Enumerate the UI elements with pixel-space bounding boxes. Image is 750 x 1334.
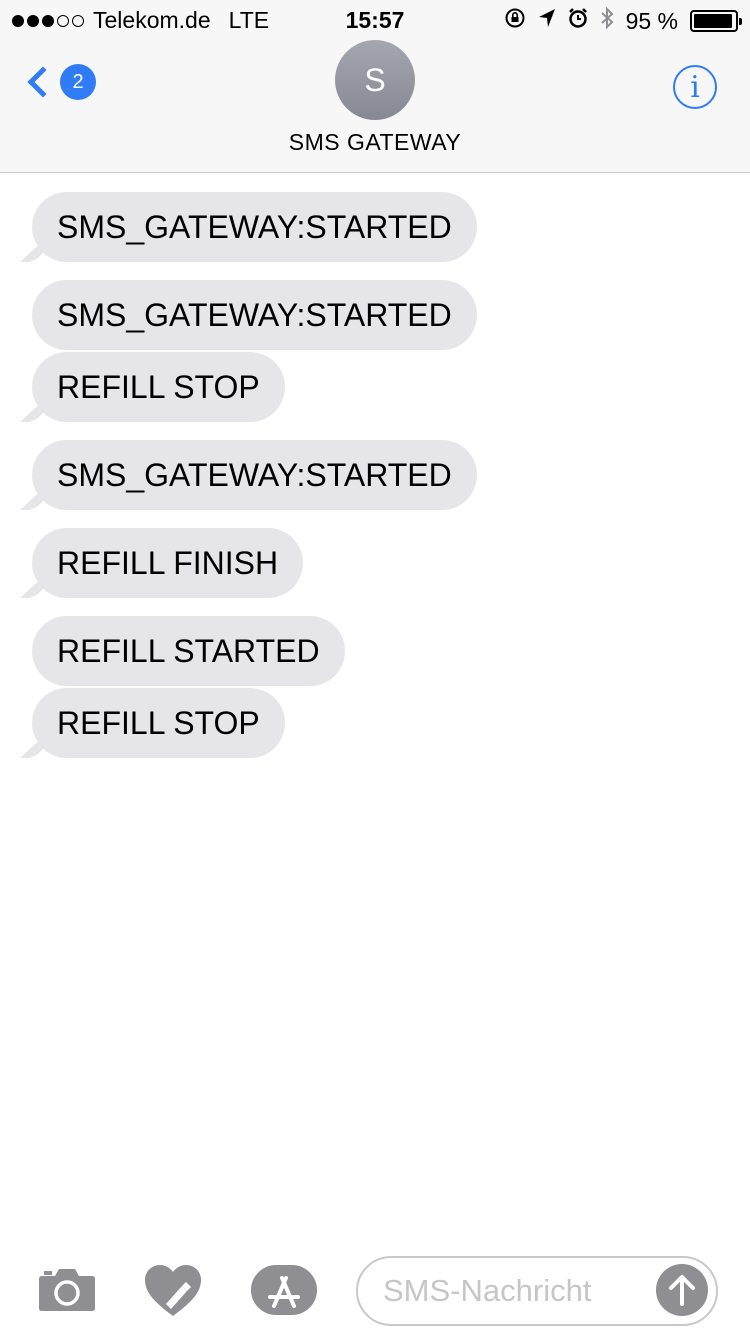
message-text: SMS_GATEWAY:STARTED xyxy=(57,296,452,333)
message-text: REFILL STARTED xyxy=(57,632,320,669)
message-bubble[interactable]: REFILL STOP xyxy=(32,688,285,758)
app-store-icon[interactable] xyxy=(250,1264,318,1321)
message-bubble[interactable]: SMS_GATEWAY:STARTED xyxy=(32,192,477,262)
battery-level xyxy=(694,14,732,28)
compose-bar: SMS-Nachricht xyxy=(0,1246,750,1334)
unread-count-badge: 2 xyxy=(60,64,96,100)
message-bubble[interactable]: SMS_GATEWAY:STARTED xyxy=(32,440,477,510)
message-bubble[interactable]: REFILL STOP xyxy=(32,352,285,422)
digital-touch-icon[interactable] xyxy=(144,1264,202,1323)
battery-cap xyxy=(739,18,742,25)
message-bubble[interactable]: REFILL FINISH xyxy=(32,528,304,598)
message-text: REFILL FINISH xyxy=(57,544,279,581)
status-right: 95 % xyxy=(504,6,742,36)
bluetooth-icon xyxy=(600,6,614,36)
conversation-header: 2 S SMS GATEWAY i xyxy=(0,40,750,173)
chevron-left-icon xyxy=(27,66,59,98)
info-button[interactable]: i xyxy=(673,65,717,109)
message-text: SMS_GATEWAY:STARTED xyxy=(57,208,452,245)
contact-avatar[interactable]: S xyxy=(335,40,415,120)
message-text: REFILL STOP xyxy=(57,704,260,741)
message-bubble[interactable]: REFILL STARTED xyxy=(32,616,345,686)
alarm-icon xyxy=(568,7,588,35)
back-button[interactable]: 2 xyxy=(22,64,96,100)
send-button[interactable] xyxy=(656,1264,708,1316)
message-bubble[interactable]: SMS_GATEWAY:STARTED xyxy=(32,280,477,350)
location-arrow-icon xyxy=(538,8,556,34)
orientation-lock-icon xyxy=(504,7,526,35)
status-bar: Telekom.de LTE 15:57 95 % xyxy=(0,0,750,40)
message-text: SMS_GATEWAY:STARTED xyxy=(57,456,452,493)
message-text: REFILL STOP xyxy=(57,368,260,405)
battery-percent: 95 % xyxy=(625,7,678,34)
battery-icon xyxy=(690,10,742,32)
contact-name[interactable]: SMS GATEWAY xyxy=(0,129,750,156)
send-arrow-icon xyxy=(669,1275,695,1306)
camera-icon[interactable] xyxy=(38,1266,96,1317)
message-input-placeholder: SMS-Nachricht xyxy=(383,1273,592,1308)
